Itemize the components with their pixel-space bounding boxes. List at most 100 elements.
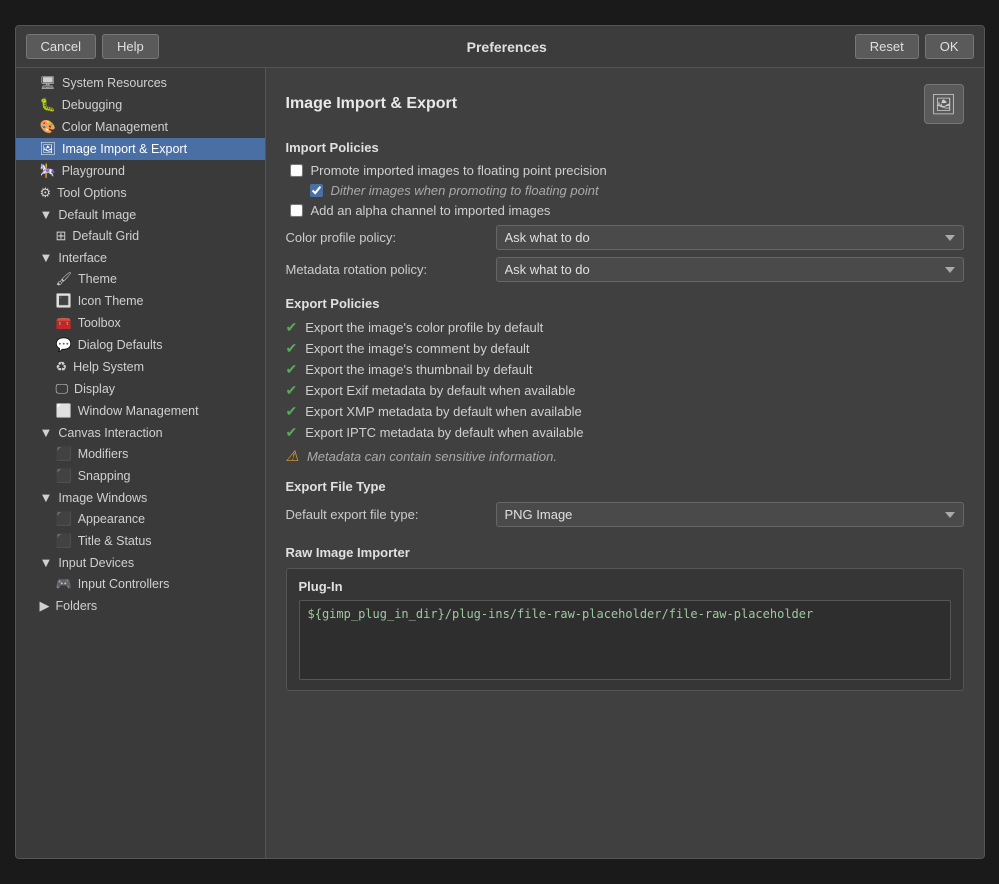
sidebar-item-image-import-export[interactable]: 🖼 Image Import & Export (16, 138, 265, 160)
plug-in-path: ${gimp_plug_in_dir}/plug-ins/file-raw-pl… (299, 600, 951, 680)
sidebar-item-canvas-interaction[interactable]: ▼ Canvas Interaction (16, 422, 265, 443)
sidebar-item-playground[interactable]: 🎠 Playground (16, 160, 265, 182)
export-policies-header: Export Policies (286, 296, 964, 311)
sidebar-item-display[interactable]: 🖵Display (16, 378, 265, 400)
export-exif-checkmark: ✔ (286, 382, 298, 399)
sidebar-item-system-resources[interactable]: 🖥 System Resources (16, 72, 265, 94)
sidebar-label-canvas-interaction: Canvas Interaction (58, 426, 162, 440)
sidebar-item-default-image[interactable]: ▼Default Image (16, 204, 265, 225)
sidebar-item-tool-options[interactable]: ⚙Tool Options (16, 182, 265, 204)
metadata-rotation-select[interactable]: Ask what to do Always rotate Never rotat… (496, 257, 964, 282)
export-xmp-row: ✔ Export XMP metadata by default when av… (286, 403, 964, 420)
sidebar-item-dialog-defaults[interactable]: 💬Dialog Defaults (16, 334, 265, 356)
sidebar-label-color-management: Color Management (62, 120, 168, 134)
sidebar-item-toolbox[interactable]: 🧰Toolbox (16, 312, 265, 334)
sidebar-item-window-management[interactable]: ⬜ Window Management (16, 400, 265, 422)
metadata-warning-row: ⚠ Metadata can contain sensitive informa… (286, 447, 964, 465)
sidebar-item-debugging[interactable]: 🐛Debugging (16, 94, 265, 116)
sidebar-icon-appearance: ⬛ (56, 511, 72, 527)
sidebar-label-theme: Theme (78, 272, 117, 286)
sidebar-item-help-system[interactable]: ♻Help System (16, 356, 265, 378)
sidebar-item-icon-theme[interactable]: 🔳Icon Theme (16, 290, 265, 312)
sidebar-item-title-status[interactable]: ⬛Title & Status (16, 530, 265, 552)
sidebar-icon-image-import-export: 🖼 (40, 141, 57, 157)
title-bar: Cancel Help Preferences Reset OK (16, 26, 984, 68)
add-alpha-label: Add an alpha channel to imported images (311, 203, 551, 218)
metadata-rotation-label: Metadata rotation policy: (286, 262, 486, 277)
sidebar-item-color-management[interactable]: 🎨 Color Management (16, 116, 265, 138)
export-exif-row: ✔ Export Exif metadata by default when a… (286, 382, 964, 399)
sidebar-item-modifiers[interactable]: ⬛Modifiers (16, 443, 265, 465)
sidebar-item-theme[interactable]: 🖌Theme (16, 268, 265, 290)
panel-header: Image Import & Export 🖼 (286, 84, 964, 124)
sidebar-item-input-controllers[interactable]: 🎮 Input Controllers (16, 573, 265, 595)
raw-image-importer-header: Raw Image Importer (286, 545, 964, 560)
sidebar-icon-system-resources: 🖥 (40, 75, 57, 91)
sidebar-label-default-image: Default Image (58, 208, 136, 222)
panel-title: Image Import & Export (286, 95, 458, 113)
sidebar-item-image-windows[interactable]: ▼Image Windows (16, 487, 265, 508)
sidebar-item-snapping[interactable]: ⬛Snapping (16, 465, 265, 487)
right-panel: Image Import & Export 🖼 Import Policies … (266, 68, 984, 858)
sidebar-label-help-system: Help System (73, 360, 144, 374)
sidebar-icon-canvas-interaction: ▼ (40, 425, 53, 440)
add-alpha-checkbox[interactable] (290, 204, 303, 217)
export-iptc-row: ✔ Export IPTC metadata by default when a… (286, 424, 964, 441)
sidebar-label-snapping: Snapping (78, 469, 131, 483)
sidebar-label-toolbox: Toolbox (78, 316, 121, 330)
sidebar-label-system-resources: System Resources (62, 76, 167, 90)
default-export-row: Default export file type: PNG Image JPEG… (286, 502, 964, 527)
title-bar-left: Cancel Help (26, 34, 159, 59)
sidebar-label-default-grid: Default Grid (72, 229, 139, 243)
sidebar-icon-interface: ▼ (40, 250, 53, 265)
sidebar-icon-image-windows: ▼ (40, 490, 53, 505)
color-profile-select[interactable]: Ask what to do Keep embedded profile Con… (496, 225, 964, 250)
sidebar-item-default-grid[interactable]: ⊞ Default Grid (16, 225, 265, 247)
sidebar-item-appearance[interactable]: ⬛ Appearance (16, 508, 265, 530)
dither-float-checkbox[interactable] (310, 184, 323, 197)
sidebar-icon-playground: 🎠 (40, 163, 56, 179)
export-thumbnail-checkmark: ✔ (286, 361, 298, 378)
metadata-warning-text: Metadata can contain sensitive informati… (307, 449, 557, 464)
sidebar-label-title-status: Title & Status (78, 534, 152, 548)
panel-icon: 🖼 (924, 84, 964, 124)
sidebar-icon-debugging: 🐛 (40, 97, 56, 113)
sidebar-label-playground: Playground (62, 164, 125, 178)
sidebar-item-folders[interactable]: ▶Folders (16, 595, 265, 617)
default-export-select[interactable]: PNG Image JPEG Image TIFF Image BMP Imag… (496, 502, 964, 527)
sidebar-icon-tool-options: ⚙ (40, 185, 52, 201)
plug-in-label: Plug-In (299, 579, 951, 594)
dither-float-row: Dither images when promoting to floating… (286, 183, 964, 198)
sidebar-icon-dialog-defaults: 💬 (56, 337, 72, 353)
import-export-icon: 🖼 (931, 92, 956, 117)
export-iptc-checkmark: ✔ (286, 424, 298, 441)
export-exif-label: Export Exif metadata by default when ava… (305, 383, 575, 398)
sidebar-icon-window-management: ⬜ (56, 403, 72, 419)
sidebar-label-image-import-export: Image Import & Export (62, 142, 187, 156)
sidebar-label-folders: Folders (56, 599, 98, 613)
sidebar-label-input-devices: Input Devices (58, 556, 134, 570)
export-color-profile-checkmark: ✔ (286, 319, 298, 336)
dialog-title: Preferences (165, 39, 849, 55)
cancel-button[interactable]: Cancel (26, 34, 96, 59)
sidebar-icon-color-management: 🎨 (40, 119, 56, 135)
ok-button[interactable]: OK (925, 34, 974, 59)
promote-float-checkbox[interactable] (290, 164, 303, 177)
default-export-label: Default export file type: (286, 507, 486, 522)
export-color-profile-row: ✔ Export the image's color profile by de… (286, 319, 964, 336)
sidebar-label-icon-theme: Icon Theme (78, 294, 144, 308)
sidebar: 🖥 System Resources 🐛Debugging 🎨 Color Manage… (16, 68, 266, 858)
sidebar-icon-input-controllers: 🎮 (56, 576, 72, 592)
sidebar-item-interface[interactable]: ▼Interface (16, 247, 265, 268)
export-xmp-label: Export XMP metadata by default when avai… (305, 404, 582, 419)
sidebar-item-input-devices[interactable]: ▼Input Devices (16, 552, 265, 573)
metadata-rotation-row: Metadata rotation policy: Ask what to do… (286, 257, 964, 282)
reset-button[interactable]: Reset (855, 34, 919, 59)
raw-image-importer-section: Raw Image Importer Plug-In ${gimp_plug_i… (286, 545, 964, 691)
help-button[interactable]: Help (102, 34, 159, 59)
sidebar-icon-default-grid: ⊞ (56, 228, 67, 244)
sidebar-label-window-management: Window Management (78, 404, 199, 418)
sidebar-label-input-controllers: Input Controllers (78, 577, 170, 591)
promote-float-label: Promote imported images to floating poin… (311, 163, 607, 178)
sidebar-label-appearance: Appearance (78, 512, 145, 526)
